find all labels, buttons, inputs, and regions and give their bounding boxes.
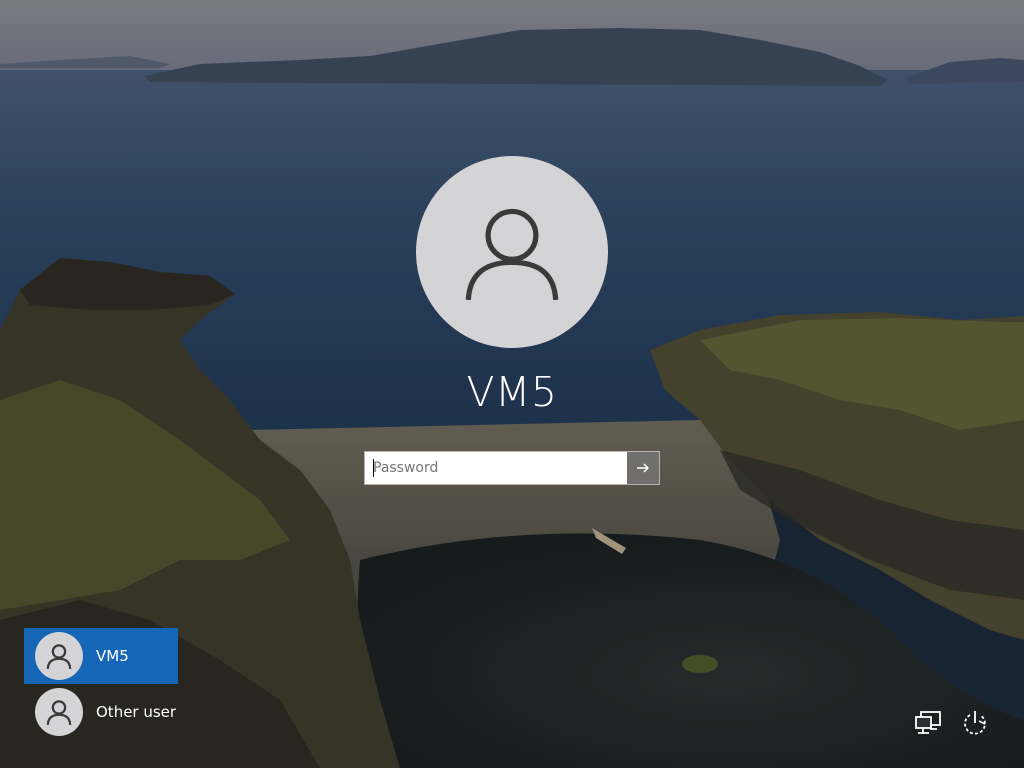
power-button[interactable] bbox=[958, 706, 992, 740]
avatar bbox=[35, 688, 83, 736]
power-icon bbox=[964, 711, 986, 735]
user-tile-other-user[interactable]: Other user bbox=[24, 684, 178, 740]
user-tile-vm5[interactable]: VM5 bbox=[24, 628, 178, 684]
arrow-right-icon bbox=[637, 463, 649, 473]
password-input[interactable] bbox=[365, 452, 627, 484]
user-tile-label: VM5 bbox=[96, 647, 129, 665]
password-field-group bbox=[364, 451, 660, 485]
login-username: VM5 bbox=[466, 368, 558, 416]
user-tile-label: Other user bbox=[96, 703, 177, 721]
submit-button[interactable] bbox=[627, 452, 659, 484]
user-icon bbox=[46, 700, 72, 726]
user-avatar-large bbox=[416, 156, 608, 348]
user-icon bbox=[465, 208, 559, 301]
user-icon bbox=[46, 644, 72, 670]
user-list: VM5 Other user bbox=[24, 628, 178, 740]
network-icon bbox=[915, 711, 941, 734]
avatar bbox=[35, 632, 83, 680]
network-button[interactable] bbox=[911, 706, 945, 740]
text-caret bbox=[373, 459, 374, 477]
